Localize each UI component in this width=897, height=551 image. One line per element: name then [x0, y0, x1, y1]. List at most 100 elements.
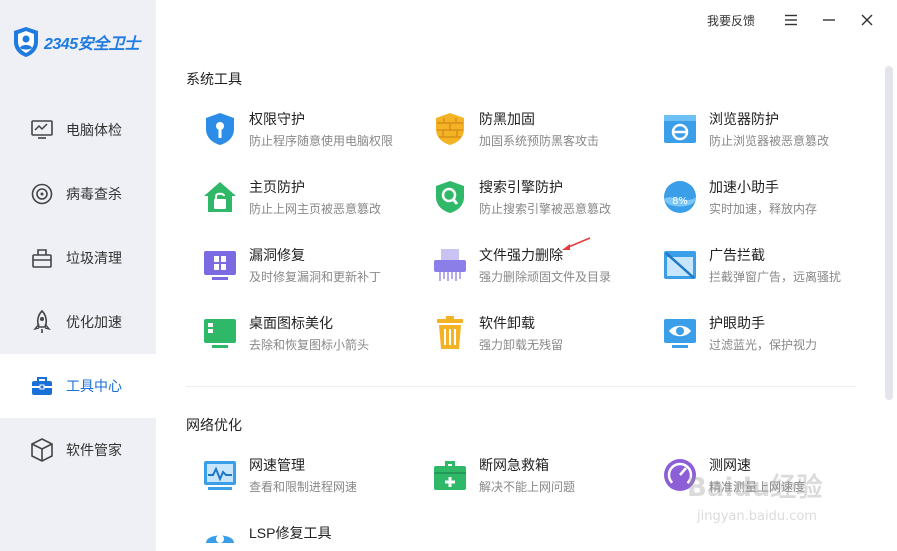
tool-description: 防止搜索引擎被恶意篡改 [479, 202, 612, 216]
sidebar-item-junk-clean[interactable]: 垃圾清理 [0, 226, 156, 290]
sidebar: 2345安全卫士 电脑体检 病毒查杀 垃圾清理 优化加速 工具中心 软件管家 [0, 0, 156, 551]
trash-bin-icon [30, 246, 54, 270]
brick-shield-icon [436, 113, 464, 145]
uninstall-bin-icon [437, 316, 463, 349]
tool-ad-block[interactable]: 广告拦截 拦截弹窗广告，远离骚扰 [662, 243, 882, 293]
sidebar-item-virus-scan[interactable]: 病毒查杀 [0, 162, 156, 226]
tool-speed-assistant[interactable]: 8% 加速小助手 实时加速，释放内存 [662, 175, 882, 225]
shield-logo-icon [14, 27, 38, 57]
main-panel: 我要反馈 系统工具 权限守护 防止程序随意使用电脑权限 防黑加固 加固系统预防黑… [156, 0, 897, 551]
cube-icon [30, 438, 54, 462]
desktop-icon [204, 319, 236, 348]
toolbox-icon [30, 374, 54, 398]
scrollbar[interactable] [885, 66, 893, 400]
tool-anti-hack[interactable]: 防黑加固 加固系统预防黑客攻击 [432, 107, 652, 157]
eye-care-icon [664, 319, 696, 348]
tool-name: 网速管理 [249, 457, 305, 473]
tool-net-speed-manager[interactable]: 网速管理 查看和限制进程网速 [202, 453, 422, 503]
section-title-system-tools: 系统工具 [186, 71, 242, 87]
title-bar: 我要反馈 [707, 0, 897, 40]
speedometer-icon [664, 459, 696, 491]
tool-software-uninstall[interactable]: 软件卸载 强力卸载无残留 [432, 311, 652, 361]
tool-name: 护眼助手 [709, 315, 765, 331]
feedback-link[interactable]: 我要反馈 [707, 12, 755, 29]
tool-description: 实时加速，释放内存 [709, 202, 818, 216]
tool-description: 过滤蓝光，保护视力 [709, 338, 818, 352]
tool-description: 防止程序随意使用电脑权限 [249, 134, 394, 148]
tool-file-shredder[interactable]: 文件强力删除 强力删除顽固文件及目录 [432, 243, 652, 293]
tool-name: 软件卸载 [479, 315, 535, 331]
lsp-repair-icon [206, 535, 234, 543]
shredder-icon [434, 249, 466, 281]
tool-name: 广告拦截 [709, 247, 765, 263]
logo-text: 2345安全卫士 [44, 36, 140, 53]
menu-button[interactable] [777, 6, 805, 34]
tool-name: 断网急救箱 [479, 457, 549, 473]
tool-name: 加速小助手 [709, 179, 779, 195]
tool-description: 防止上网主页被恶意篡改 [249, 202, 382, 216]
sidebar-item-pc-check[interactable]: 电脑体检 [0, 98, 156, 162]
tool-homepage-protect[interactable]: 主页防护 防止上网主页被恶意篡改 [202, 175, 422, 225]
tool-name: LSP修复工具 [249, 525, 332, 541]
tool-name: 浏览器防护 [709, 111, 779, 127]
tool-desktop-beautify[interactable]: 桌面图标美化 去除和恢复图标小箭头 [202, 311, 422, 361]
target-icon [30, 182, 54, 206]
ad-block-icon [664, 251, 696, 279]
tool-speed-test[interactable]: 测网速 精准测量上网速度 [662, 453, 882, 503]
tool-name: 权限守护 [249, 111, 305, 127]
monitor-check-icon [30, 118, 54, 142]
tool-name: 主页防护 [249, 179, 305, 195]
sidebar-item-label: 垃圾清理 [66, 250, 122, 266]
tool-description: 精准测量上网速度 [709, 480, 806, 494]
section-title-network: 网络优化 [186, 417, 242, 433]
tool-search-engine-protect[interactable]: 搜索引擎防护 防止搜索引擎被恶意篡改 [432, 175, 652, 225]
tool-eye-care[interactable]: 护眼助手 过滤蓝光，保护视力 [662, 311, 882, 361]
sidebar-item-label: 电脑体检 [66, 122, 122, 138]
speed-ball-icon: 8% [664, 181, 696, 213]
tool-name: 防黑加固 [479, 111, 535, 127]
minimize-icon [823, 19, 835, 21]
section-divider [186, 386, 856, 387]
windows-icon [204, 251, 236, 280]
tool-net-first-aid[interactable]: 断网急救箱 解决不能上网问题 [432, 453, 652, 503]
sidebar-item-label: 优化加速 [66, 314, 122, 330]
tool-description: 拦截弹窗广告，远离骚扰 [709, 270, 842, 284]
tool-description: 去除和恢复图标小箭头 [249, 338, 370, 352]
tool-name: 桌面图标美化 [249, 315, 333, 331]
tool-browser-protect[interactable]: 浏览器防护 防止浏览器被恶意篡改 [662, 107, 882, 157]
hamburger-icon [785, 14, 797, 26]
sidebar-item-label: 工具中心 [66, 378, 122, 394]
sidebar-item-optimize[interactable]: 优化加速 [0, 290, 156, 354]
first-aid-icon [434, 461, 466, 490]
sidebar-item-label: 软件管家 [66, 442, 122, 458]
close-icon [861, 14, 873, 26]
tool-permission-guard[interactable]: 权限守护 防止程序随意使用电脑权限 [202, 107, 422, 157]
tool-description: 加固系统预防黑客攻击 [479, 134, 600, 148]
close-button[interactable] [853, 6, 881, 34]
home-lock-icon [204, 182, 236, 212]
tool-name: 测网速 [709, 457, 751, 473]
browser-icon [664, 115, 696, 143]
sidebar-item-software-manager[interactable]: 软件管家 [0, 418, 156, 482]
tool-description: 强力删除顽固文件及目录 [479, 270, 612, 284]
tool-description: 及时修复漏洞和更新补丁 [249, 270, 382, 284]
net-monitor-icon [204, 461, 236, 490]
tool-description: 解决不能上网问题 [479, 480, 576, 494]
red-arrow-annotation [562, 237, 591, 250]
tool-description: 防止浏览器被恶意篡改 [709, 134, 830, 148]
rocket-icon [30, 310, 54, 334]
minimize-button[interactable] [815, 6, 843, 34]
shield-key-icon [206, 113, 234, 145]
search-shield-icon [436, 181, 464, 213]
sidebar-item-label: 病毒查杀 [66, 186, 122, 202]
tool-name: 文件强力删除 [479, 247, 563, 263]
svg-text:8%: 8% [672, 196, 688, 207]
tool-lsp-repair[interactable]: LSP修复工具 [202, 521, 422, 551]
tool-description: 查看和限制进程网速 [249, 480, 358, 494]
app-logo: 2345安全卫士 [12, 26, 140, 58]
sidebar-item-tool-center[interactable]: 工具中心 [0, 354, 156, 418]
tool-name: 漏洞修复 [249, 247, 305, 263]
tool-vuln-repair[interactable]: 漏洞修复 及时修复漏洞和更新补丁 [202, 243, 422, 293]
tool-description: 强力卸载无残留 [479, 338, 564, 352]
tool-name: 搜索引擎防护 [479, 179, 563, 195]
